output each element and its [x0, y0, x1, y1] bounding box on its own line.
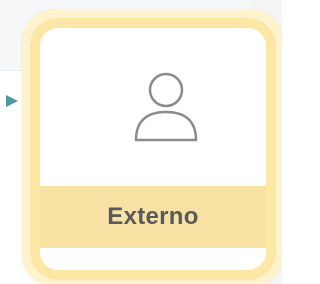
user-type-card[interactable]: Externo: [30, 18, 276, 280]
card-label: Externo: [107, 203, 199, 230]
flow-arrow-icon: [0, 90, 22, 112]
user-icon: [118, 62, 214, 158]
stage: Externo: [0, 0, 282, 284]
card-label-band: Externo: [40, 186, 266, 248]
